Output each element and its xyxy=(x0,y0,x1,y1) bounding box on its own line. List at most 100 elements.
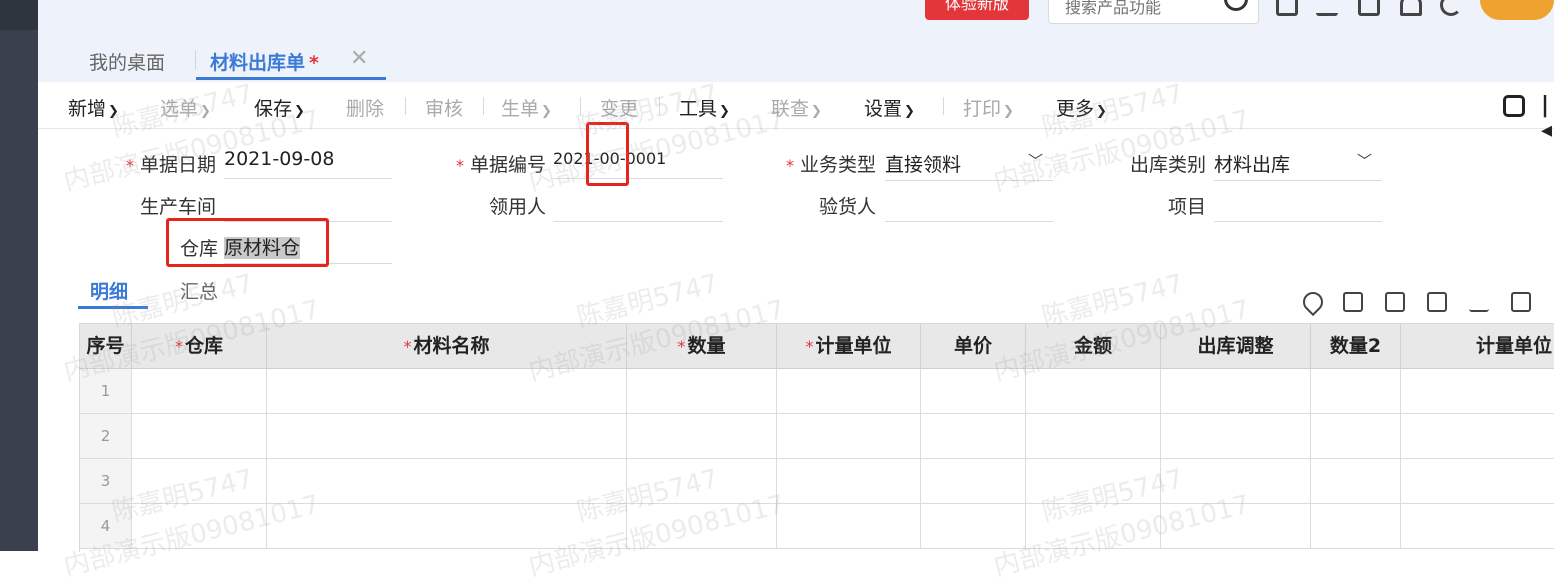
grid-cell[interactable] xyxy=(627,414,777,459)
edit-icon[interactable] xyxy=(1469,292,1489,312)
delete-row-icon[interactable] xyxy=(1427,292,1447,312)
project-field[interactable] xyxy=(1214,191,1382,222)
grid-cell[interactable] xyxy=(627,504,777,549)
audit-button[interactable]: 审核 xyxy=(425,94,463,121)
grid-cell[interactable] xyxy=(1026,459,1161,504)
column-label: 材料名称 xyxy=(413,335,490,357)
grid-cell[interactable] xyxy=(777,504,921,549)
chevron-down-icon: ❯ xyxy=(541,104,552,119)
tab-summary[interactable]: 汇总 xyxy=(180,277,218,304)
new-button[interactable]: 新增 ❯ xyxy=(68,94,119,121)
doc-no-field[interactable]: 2021-00-0001 xyxy=(553,148,723,179)
first-record-icon[interactable]: |◂ xyxy=(1541,93,1554,143)
bell-icon[interactable] xyxy=(1400,0,1422,16)
column-label: 单价 xyxy=(953,335,992,357)
annotation-box-warehouse xyxy=(166,218,329,267)
delete-button[interactable]: 删除 xyxy=(346,94,384,121)
grid-cell[interactable] xyxy=(1311,459,1401,504)
grid-cell[interactable] xyxy=(132,504,267,549)
grid-cell[interactable] xyxy=(1161,459,1311,504)
grid-cell[interactable] xyxy=(267,414,627,459)
column-label: 计量单位 xyxy=(815,335,892,357)
project-label: 项目 xyxy=(1168,196,1207,218)
biz-type-select[interactable]: 直接领料 ﹀ xyxy=(885,150,1053,181)
grid-cell[interactable] xyxy=(921,414,1026,459)
grid-cell[interactable] xyxy=(1026,369,1161,414)
out-type-select[interactable]: 材料出库 ﹀ xyxy=(1214,150,1382,181)
more-button[interactable]: 更多 ❯ xyxy=(1056,94,1107,121)
column-header-material-name[interactable]: * 材料名称 xyxy=(267,324,627,369)
tab-detail[interactable]: 明细 xyxy=(90,277,128,304)
column-header-unit[interactable]: * 计量单位 xyxy=(777,324,921,369)
settings-button[interactable]: 设置 ❯ xyxy=(864,94,915,121)
grid-cell[interactable] xyxy=(921,504,1026,549)
inspector-field[interactable] xyxy=(885,191,1053,222)
grid-cell[interactable] xyxy=(921,369,1026,414)
preview-icon[interactable] xyxy=(1503,95,1525,117)
grid-cell[interactable] xyxy=(132,414,267,459)
grid-cell[interactable] xyxy=(1161,504,1311,549)
grid-cell[interactable] xyxy=(921,459,1026,504)
grid-cell[interactable] xyxy=(267,459,627,504)
grid-cell[interactable] xyxy=(267,369,627,414)
column-header-seq[interactable]: 序号 xyxy=(80,324,132,369)
tab-my-desktop[interactable]: 我的桌面 xyxy=(89,48,165,75)
close-icon[interactable]: ✕ xyxy=(350,48,368,70)
save-icon[interactable] xyxy=(1276,0,1298,16)
change-button[interactable]: 变更 xyxy=(600,94,638,121)
column-label: 计量单位 xyxy=(1475,335,1552,357)
global-search[interactable] xyxy=(1048,0,1259,24)
try-new-version-button[interactable]: 体验新版 xyxy=(925,0,1029,20)
column-header-unit2[interactable]: 计量单位 xyxy=(1401,324,1554,369)
column-header-warehouse[interactable]: * 仓库 xyxy=(132,324,267,369)
grid-cell[interactable] xyxy=(1026,414,1161,459)
column-header-unit-price[interactable]: 单价 xyxy=(921,324,1026,369)
search-input[interactable] xyxy=(1063,0,1227,18)
grid-cell[interactable] xyxy=(777,369,921,414)
location-icon[interactable] xyxy=(1298,287,1328,317)
add-row-icon[interactable] xyxy=(1343,292,1363,312)
grid-cell[interactable] xyxy=(1311,369,1401,414)
grid-cell[interactable] xyxy=(1401,369,1554,414)
sidebar-active-item[interactable] xyxy=(0,0,38,30)
search-icon[interactable] xyxy=(1224,0,1248,11)
toolbar: 新增 ❯ 选单 ❯ 保存 ❯ 删除 审核 生单 ❯ 变更 工具 ❯ 联查 ❯ 设置 ❯ 打印 ❯… xyxy=(38,82,1554,143)
column-header-quantity2[interactable]: 数量2 xyxy=(1311,324,1401,369)
grid-cell[interactable] xyxy=(777,414,921,459)
grid-cell[interactable] xyxy=(1026,504,1161,549)
doc-date-field[interactable]: 2021-09-08 xyxy=(224,148,392,179)
chevron-down-icon: ❯ xyxy=(200,104,211,119)
grid-cell[interactable] xyxy=(1401,459,1554,504)
column-header-quantity[interactable]: * 数量 xyxy=(627,324,777,369)
column-header-amount[interactable]: 金额 xyxy=(1026,324,1161,369)
print-button[interactable]: 打印 ❯ xyxy=(963,94,1014,121)
grid-cell[interactable] xyxy=(267,504,627,549)
grid-cell[interactable] xyxy=(627,459,777,504)
grid-cell[interactable] xyxy=(132,459,267,504)
checklist-icon[interactable] xyxy=(1316,0,1338,16)
grid-cell[interactable] xyxy=(1311,504,1401,549)
column-label: 序号 xyxy=(86,335,125,357)
avatar[interactable] xyxy=(1480,0,1554,20)
grid-cell[interactable] xyxy=(1401,414,1554,459)
grid-cell[interactable] xyxy=(1161,369,1311,414)
grid-cell[interactable] xyxy=(1161,414,1311,459)
copy-row-icon[interactable] xyxy=(1385,292,1405,312)
generate-button[interactable]: 生单 ❯ xyxy=(501,94,552,121)
save-button[interactable]: 保存 ❯ xyxy=(254,94,305,121)
chart-icon[interactable] xyxy=(1511,292,1531,312)
grid-cell[interactable] xyxy=(132,369,267,414)
tab-material-outbound[interactable]: 材料出库单 * xyxy=(210,48,319,75)
grid-cell[interactable] xyxy=(777,459,921,504)
grid-cell[interactable] xyxy=(627,369,777,414)
workshop-label: 生产车间 xyxy=(140,196,217,218)
column-header-out-adjust[interactable]: 出库调整 xyxy=(1161,324,1311,369)
toolbar-separator xyxy=(943,97,944,115)
message-icon[interactable] xyxy=(1358,0,1380,16)
select-button[interactable]: 选单 ❯ xyxy=(160,94,211,121)
grid-cell[interactable] xyxy=(1311,414,1401,459)
receiver-field[interactable] xyxy=(553,191,723,222)
grid-cell[interactable] xyxy=(1401,504,1554,549)
link-query-button[interactable]: 联查 ❯ xyxy=(771,94,822,121)
tools-button[interactable]: 工具 ❯ xyxy=(679,94,730,121)
